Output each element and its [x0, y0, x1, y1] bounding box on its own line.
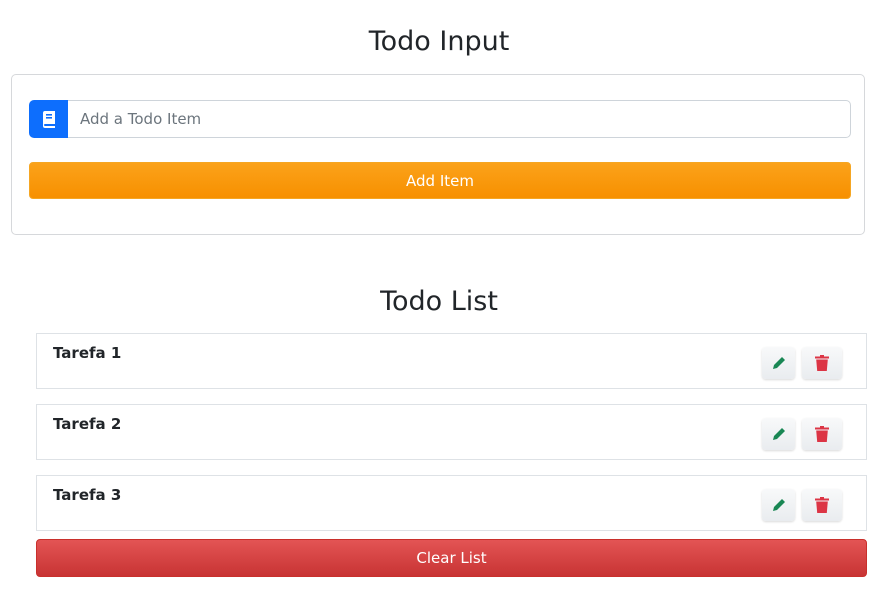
page: Todo Input Add Item Todo List Tarefa 1	[0, 0, 896, 612]
todo-list-item: Tarefa 2	[36, 404, 867, 460]
add-item-button[interactable]: Add Item	[29, 162, 851, 199]
edit-button[interactable]	[762, 347, 795, 379]
todo-list-title: Todo List	[380, 286, 498, 317]
delete-button[interactable]	[802, 418, 842, 450]
todo-item-text: Tarefa 2	[53, 415, 122, 433]
trash-icon	[815, 355, 829, 371]
trash-icon	[815, 497, 829, 513]
todo-list-item: Tarefa 1	[36, 333, 867, 389]
todo-input-card: Add Item	[11, 74, 865, 235]
pencil-icon	[772, 499, 785, 511]
pencil-icon	[772, 428, 785, 440]
edit-button[interactable]	[762, 489, 795, 521]
delete-button[interactable]	[802, 347, 842, 379]
todo-input-group	[29, 100, 851, 138]
todo-input-title: Todo Input	[368, 26, 510, 57]
todo-input[interactable]	[68, 100, 851, 138]
todo-item-text: Tarefa 3	[53, 486, 122, 504]
trash-icon	[815, 426, 829, 442]
pencil-icon	[772, 357, 785, 369]
todo-item-text: Tarefa 1	[53, 344, 122, 362]
clear-list-button[interactable]: Clear List	[36, 539, 867, 577]
delete-button[interactable]	[802, 489, 842, 521]
book-icon	[29, 100, 68, 138]
todo-list-item: Tarefa 3	[36, 475, 867, 531]
edit-button[interactable]	[762, 418, 795, 450]
